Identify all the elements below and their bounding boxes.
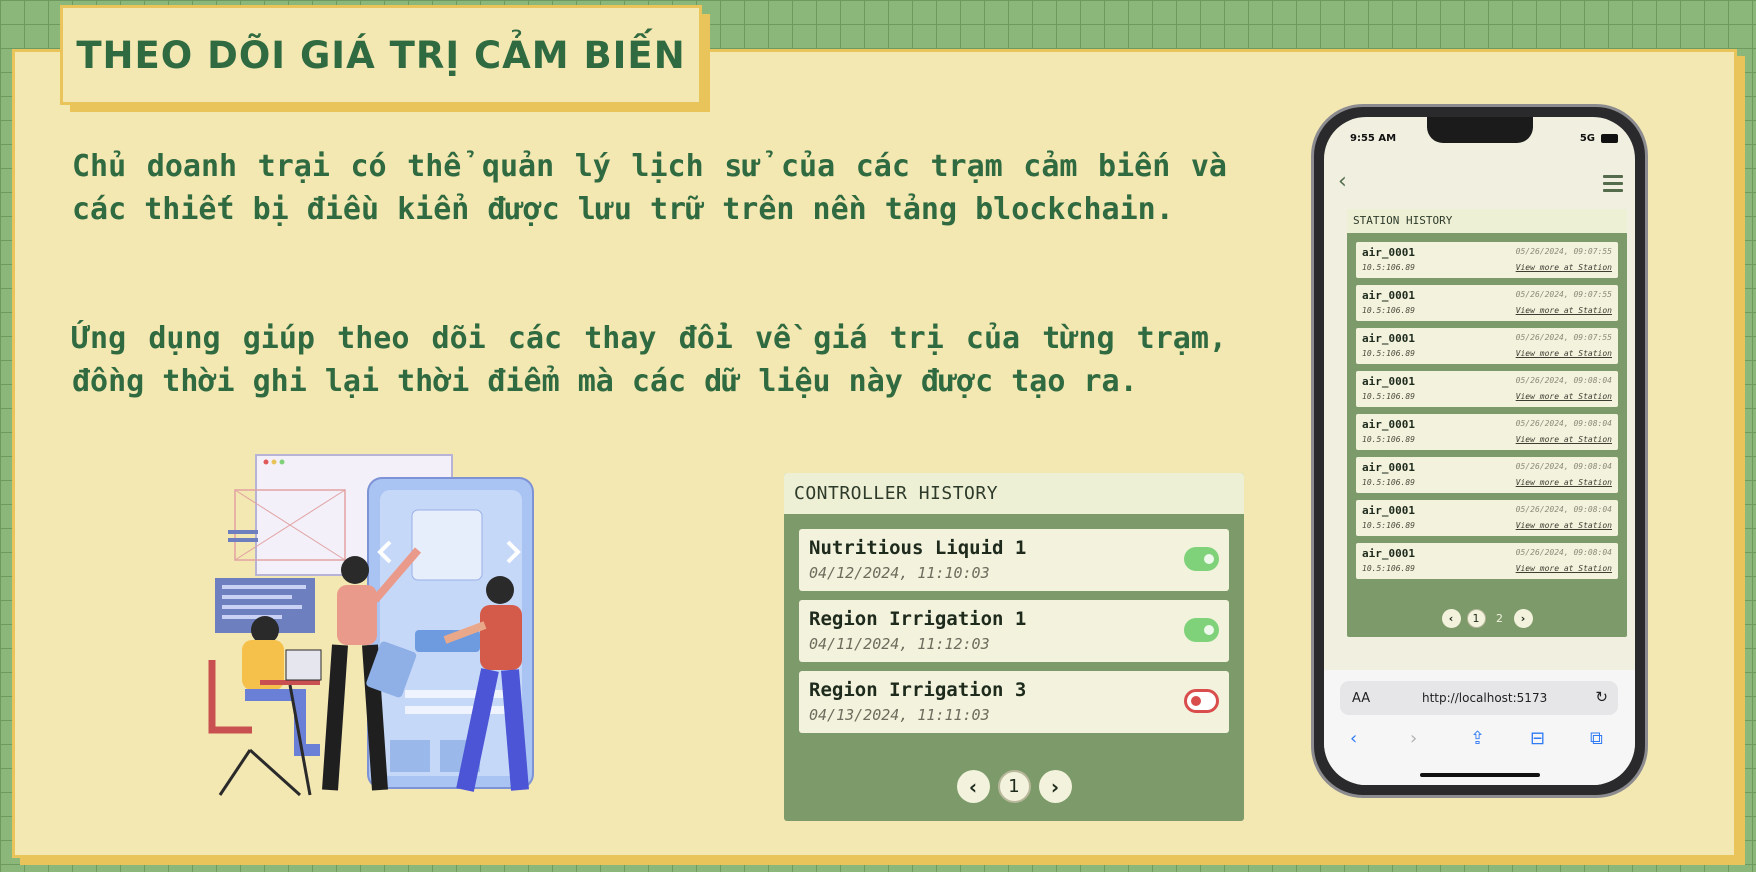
bookmarks-icon[interactable]: ⊟ xyxy=(1530,728,1545,749)
share-icon[interactable]: ⇪ xyxy=(1470,728,1485,749)
reload-icon[interactable]: ↻ xyxy=(1595,688,1608,706)
back-chevron-icon[interactable]: ‹ xyxy=(1338,169,1347,194)
station-row[interactable]: air_0001 10.5:106.89 05/26/2024, 09:07:5… xyxy=(1356,328,1618,364)
station-time: 05/26/2024, 09:08:04 xyxy=(1515,548,1612,557)
controller-row[interactable]: Nutritious Liquid 1 04/12/2024, 11:10:03 xyxy=(799,529,1229,591)
tabs-icon[interactable]: ⧉ xyxy=(1590,728,1603,749)
station-row[interactable]: air_0001 10.5:106.89 05/26/2024, 09:08:0… xyxy=(1356,414,1618,450)
controller-date: 04/13/2024, 11:11:03 xyxy=(809,706,990,724)
station-history-heading: STATION HISTORY xyxy=(1347,209,1627,233)
description-paragraph-1: Chủ doanh trại có thể quản lý lịch sử củ… xyxy=(72,149,1227,227)
controller-date: 04/12/2024, 11:10:03 xyxy=(809,564,990,582)
hamburger-menu-icon[interactable] xyxy=(1603,175,1623,196)
station-time: 05/26/2024, 09:07:55 xyxy=(1515,290,1612,299)
app-bar: ‹ xyxy=(1324,169,1635,199)
station-row[interactable]: air_0001 10.5:106.89 05/26/2024, 09:07:5… xyxy=(1356,242,1618,278)
view-more-link[interactable]: View more at Station xyxy=(1516,392,1612,401)
description-paragraph-2: Ứng dụng giúp theo dõi các thay đổi về g… xyxy=(72,321,1227,399)
controller-toggle-on[interactable] xyxy=(1184,547,1219,571)
controller-toggle-off[interactable] xyxy=(1184,689,1219,713)
url-bar[interactable]: AA http://localhost:5173 ↻ xyxy=(1340,681,1618,715)
station-pager: ‹ 1 2 › xyxy=(1347,609,1627,628)
browser-chrome: AA http://localhost:5173 ↻ ‹ › ⇪ ⊟ ⧉ xyxy=(1324,670,1635,785)
controller-row[interactable]: Region Irrigation 3 04/13/2024, 11:11:03 xyxy=(799,671,1229,733)
station-time: 05/26/2024, 09:08:04 xyxy=(1515,505,1612,514)
text-size-button[interactable]: AA xyxy=(1352,691,1370,706)
view-more-link[interactable]: View more at Station xyxy=(1516,478,1612,487)
station-time: 05/26/2024, 09:08:04 xyxy=(1515,419,1612,428)
team-illustration xyxy=(208,454,534,797)
page-number-button[interactable]: 1 xyxy=(997,770,1031,803)
station-time: 05/26/2024, 09:07:55 xyxy=(1515,333,1612,342)
url-text: http://localhost:5173 xyxy=(1422,691,1548,705)
status-time: 9:55 AM xyxy=(1350,133,1397,144)
phone-screen: 9:55 AM 5G ‹ STATION HISTORY air_0001 10… xyxy=(1324,117,1635,785)
controller-name: Region Irrigation 3 xyxy=(809,679,1027,701)
back-icon[interactable]: ‹ xyxy=(1350,728,1357,749)
prev-page-button[interactable]: ‹ xyxy=(1441,609,1461,628)
view-more-link[interactable]: View more at Station xyxy=(1516,306,1612,315)
controller-toggle-on[interactable] xyxy=(1184,618,1219,642)
phone-notch xyxy=(1427,117,1533,143)
controller-date: 04/11/2024, 11:12:03 xyxy=(809,635,990,653)
controller-row[interactable]: Region Irrigation 1 04/11/2024, 11:12:03 xyxy=(799,600,1229,662)
station-row[interactable]: air_0001 10.5:106.89 05/26/2024, 09:08:0… xyxy=(1356,457,1618,493)
view-more-link[interactable]: View more at Station xyxy=(1516,564,1612,573)
station-time: 05/26/2024, 09:08:04 xyxy=(1515,462,1612,471)
home-indicator xyxy=(1420,773,1540,777)
station-row[interactable]: air_0001 10.5:106.89 05/26/2024, 09:08:0… xyxy=(1356,500,1618,536)
station-row[interactable]: air_0001 10.5:106.89 05/26/2024, 09:08:0… xyxy=(1356,543,1618,579)
battery-icon xyxy=(1601,134,1618,143)
station-time: 05/26/2024, 09:08:04 xyxy=(1515,376,1612,385)
title-box: THEO DÕI GIÁ TRỊ CẢM BIẾN xyxy=(60,5,702,105)
page-title: THEO DÕI GIÁ TRỊ CẢM BIẾN xyxy=(76,33,686,77)
station-row[interactable]: air_0001 10.5:106.89 05/26/2024, 09:08:0… xyxy=(1356,371,1618,407)
controller-history-panel: CONTROLLER HISTORY Nutritious Liquid 1 0… xyxy=(784,473,1244,821)
controller-history-heading: CONTROLLER HISTORY xyxy=(784,473,1244,514)
status-network: 5G xyxy=(1579,133,1595,144)
forward-icon[interactable]: › xyxy=(1410,728,1417,749)
station-history-panel: STATION HISTORY air_0001 10.5:106.89 05/… xyxy=(1347,209,1627,637)
controller-name: Nutritious Liquid 1 xyxy=(809,537,1027,559)
view-more-link[interactable]: View more at Station xyxy=(1516,263,1612,272)
phone-mockup: 9:55 AM 5G ‹ STATION HISTORY air_0001 10… xyxy=(1311,104,1648,798)
page-1-button[interactable]: 1 xyxy=(1466,609,1486,628)
next-page-button[interactable]: › xyxy=(1513,609,1533,628)
view-more-link[interactable]: View more at Station xyxy=(1516,435,1612,444)
station-row[interactable]: air_0001 10.5:106.89 05/26/2024, 09:07:5… xyxy=(1356,285,1618,321)
view-more-link[interactable]: View more at Station xyxy=(1516,521,1612,530)
station-time: 05/26/2024, 09:07:55 xyxy=(1515,247,1612,256)
view-more-link[interactable]: View more at Station xyxy=(1516,349,1612,358)
controller-name: Region Irrigation 1 xyxy=(809,608,1027,630)
prev-page-button[interactable]: ‹ xyxy=(956,770,990,803)
next-page-button[interactable]: › xyxy=(1038,770,1072,803)
controller-pager: ‹ 1 › xyxy=(784,770,1244,803)
page-2-button[interactable]: 2 xyxy=(1492,612,1508,625)
